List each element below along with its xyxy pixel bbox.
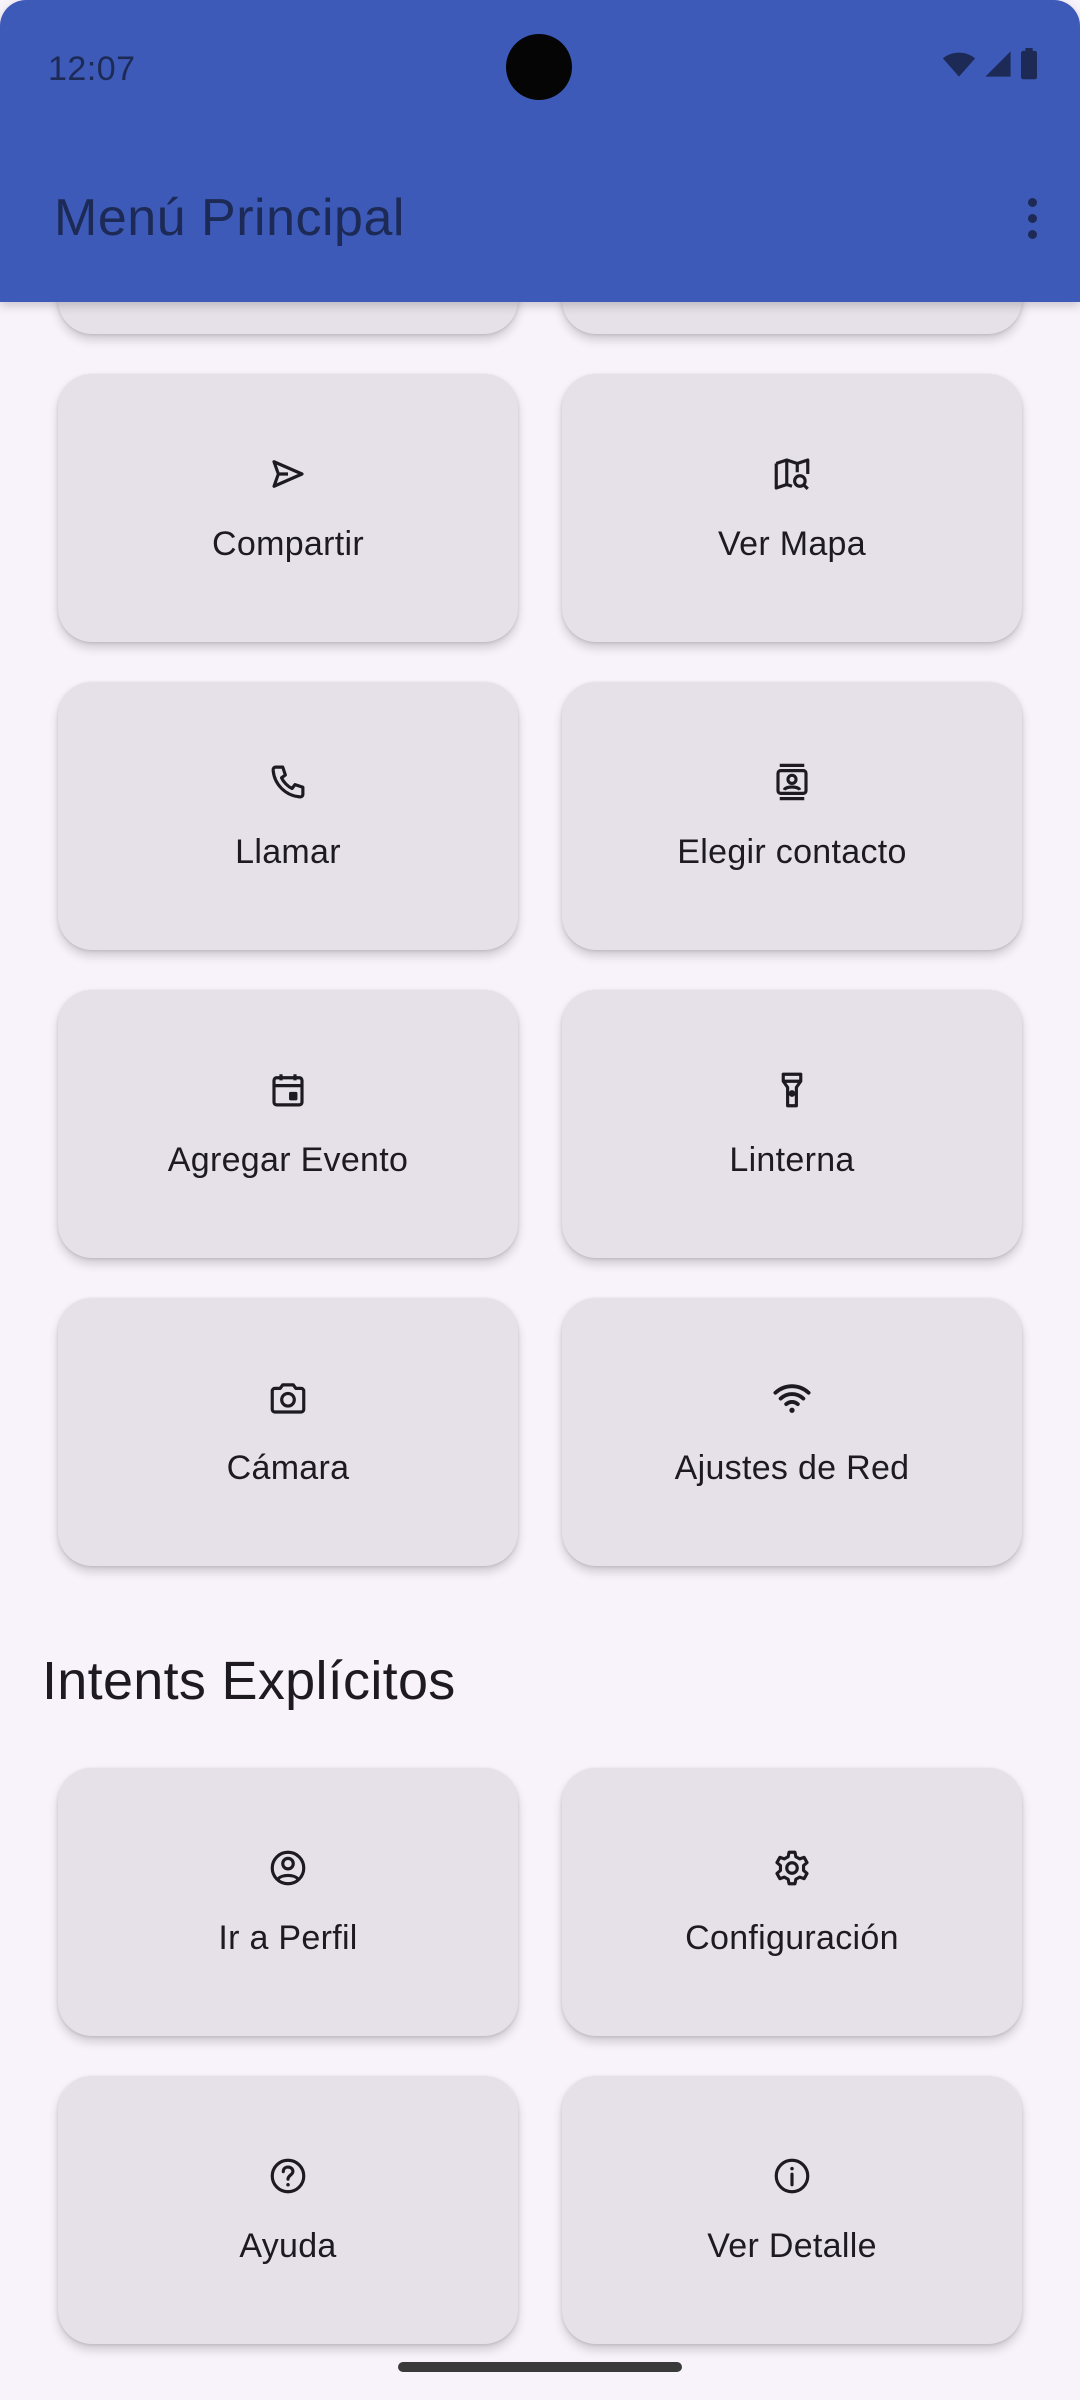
scroll-content: Compartir Ver Mapa Llamar Elegir contact…: [0, 0, 1080, 2400]
signal-icon: [985, 51, 1011, 77]
card-label: Ir a Perfil: [218, 1918, 358, 1957]
phone-icon: [271, 765, 305, 798]
card-configuracion[interactable]: Configuración: [562, 1768, 1022, 2036]
map-search-icon: [774, 457, 810, 490]
card-label: Compartir: [212, 524, 364, 563]
card-label: Ayuda: [239, 2226, 337, 2265]
flashlight-icon: [781, 1072, 803, 1107]
card-label: Configuración: [685, 1918, 899, 1957]
help-icon: [270, 2158, 306, 2193]
card-linterna[interactable]: Linterna: [562, 990, 1022, 1258]
calendar-event-icon: [272, 1073, 304, 1106]
wifi-icon: [773, 1383, 811, 1413]
info-icon: [774, 2158, 810, 2193]
card-label: Ajustes de Red: [674, 1448, 910, 1487]
card-label: Linterna: [729, 1140, 855, 1179]
card-llamar[interactable]: Llamar: [58, 682, 518, 950]
account-circle-icon: [270, 1850, 306, 1885]
card-compartir[interactable]: Compartir: [58, 374, 518, 642]
top-app-bar: 12:07 Menú Principal: [0, 0, 1080, 302]
send-icon: [272, 459, 304, 488]
camera-icon: [270, 1382, 306, 1414]
status-time: 12:07: [48, 50, 136, 88]
card-label: Cámara: [226, 1448, 350, 1487]
card-ajustes-de-red[interactable]: Ajustes de Red: [562, 1298, 1022, 1566]
battery-icon: [1021, 48, 1037, 80]
card-agregar-evento[interactable]: Agregar Evento: [58, 990, 518, 1258]
status-icons: [942, 48, 1038, 80]
home-indicator[interactable]: [398, 2362, 682, 2372]
more-options-icon[interactable]: [1012, 192, 1052, 244]
card-label: Ver Mapa: [718, 524, 866, 563]
card-label: Elegir contacto: [677, 832, 907, 871]
settings-icon: [775, 1850, 809, 1885]
card-ver-mapa[interactable]: Ver Mapa: [562, 374, 1022, 642]
card-ayuda[interactable]: Ayuda: [58, 2076, 518, 2344]
card-label: Llamar: [235, 832, 341, 871]
app-bar-title: Menú Principal: [54, 189, 405, 247]
section-title-explicit-intents: Intents Explícitos: [42, 1651, 456, 1711]
card-ver-detalle[interactable]: Ver Detalle: [562, 2076, 1022, 2344]
card-camara[interactable]: Cámara: [58, 1298, 518, 1566]
card-ir-a-perfil[interactable]: Ir a Perfil: [58, 1768, 518, 2036]
camera-cutout: [506, 34, 572, 100]
card-label: Agregar Evento: [167, 1140, 409, 1179]
wifi-status-icon: [942, 52, 976, 77]
card-label: Ver Detalle: [707, 2226, 877, 2265]
contact-card-icon: [776, 763, 808, 800]
card-elegir-contacto[interactable]: Elegir contacto: [562, 682, 1022, 950]
